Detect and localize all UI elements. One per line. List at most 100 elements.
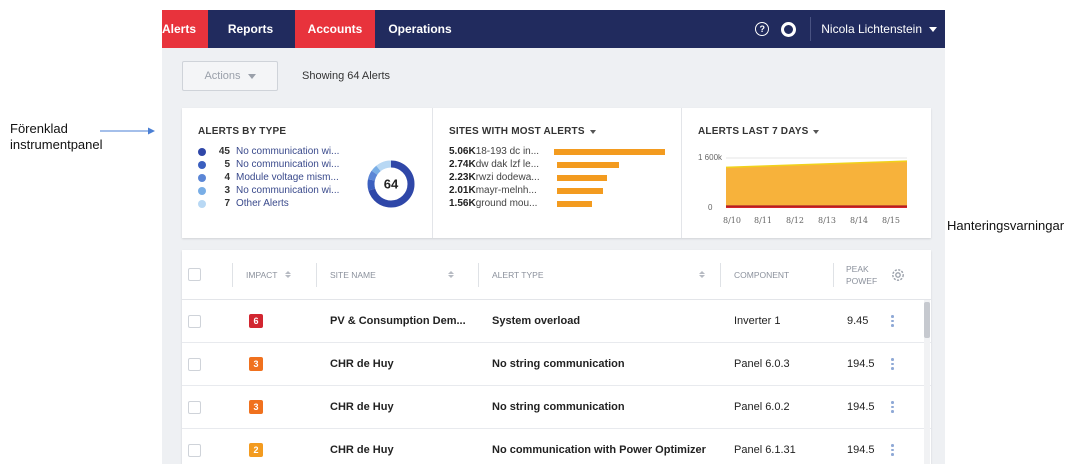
app-window: Alerts Reports Accounts Operations ? Nic… xyxy=(162,10,945,464)
x-tick-label: 8/13 xyxy=(818,216,836,225)
site-name-cell[interactable]: CHR de Huy xyxy=(317,358,479,370)
annotation-alert-management: Hanteringsvarningar xyxy=(947,218,1065,233)
actions-dropdown-button[interactable]: Actions xyxy=(182,61,278,91)
annotation-arrow-left xyxy=(100,127,155,135)
annotation-simplified-dashboard: Förenklad instrumentpanel xyxy=(10,121,103,152)
support-lifebuoy-icon[interactable] xyxy=(781,21,797,37)
help-icon[interactable]: ? xyxy=(755,22,770,36)
header-site-name[interactable]: SITE NAME xyxy=(317,263,478,287)
type-label: No communication wi... xyxy=(236,185,340,196)
header-label: COMPONENT xyxy=(734,269,790,280)
alerts-donut-chart: 64 xyxy=(367,160,415,208)
site-name: mayr-melnh... xyxy=(475,185,537,196)
x-tick-label: 8/10 xyxy=(723,216,741,225)
row-checkbox[interactable] xyxy=(188,400,201,414)
site-bar xyxy=(556,161,619,168)
site-row[interactable]: 2.01K mayr-melnh... xyxy=(449,184,665,197)
sort-icon xyxy=(285,271,292,278)
alerts-7-days-chart: 1 600k 0 8/10 8/11 8/12 8/13 8/14 8/15 xyxy=(698,153,908,225)
site-value: 1.56K xyxy=(449,198,476,209)
donut-total: 64 xyxy=(384,177,399,192)
table-row[interactable]: 3 CHR de Huy No string communication Pan… xyxy=(182,343,931,386)
table-row[interactable]: 6 PV & Consumption Dem... System overloa… xyxy=(182,300,931,343)
chevron-down-icon xyxy=(813,129,820,134)
site-list: 5.06K 18-193 dc in... 2.74K dw dak lzf le.… xyxy=(449,145,665,210)
legend-dot xyxy=(198,147,206,156)
panel-title[interactable]: ALERTS LAST 7 DAYS xyxy=(698,126,915,137)
alert-type-cell: No string communication xyxy=(492,358,625,370)
tab-accounts[interactable]: Accounts xyxy=(295,10,375,48)
site-name: dw dak lzf le... xyxy=(475,159,540,170)
actions-label: Actions xyxy=(204,70,241,82)
user-menu[interactable]: Nicola Lichtenstein xyxy=(821,22,937,36)
sort-icon xyxy=(447,271,454,278)
x-tick-label: 8/11 xyxy=(754,216,772,225)
tab-reports[interactable]: Reports xyxy=(208,10,293,48)
panel-title[interactable]: SITES WITH MOST ALERTS xyxy=(449,126,665,137)
alerts-table: IMPACT SITE NAME ALERT TYPE COMPONENT PE… xyxy=(182,250,931,464)
peak-power-cell: 194.5 xyxy=(847,358,875,370)
table-row[interactable]: 3 CHR de Huy No string communication Pan… xyxy=(182,386,931,429)
sites-most-alerts-panel: SITES WITH MOST ALERTS 5.06K 18-193 dc in… xyxy=(432,108,681,238)
component-cell: Panel 6.1.31 xyxy=(734,444,796,456)
impact-badge: 2 xyxy=(249,443,263,457)
row-checkbox-cell xyxy=(182,400,233,414)
header-impact[interactable]: IMPACT xyxy=(233,263,316,287)
row-checkbox[interactable] xyxy=(188,314,201,328)
row-checkbox[interactable] xyxy=(188,443,201,457)
site-name-cell[interactable]: CHR de Huy xyxy=(317,401,479,413)
site-name-cell[interactable]: PV & Consumption Dem... xyxy=(317,315,479,327)
header-checkbox-cell xyxy=(182,263,232,287)
header-label: IMPACT xyxy=(246,269,278,280)
site-value: 5.06K xyxy=(449,146,476,157)
header-component[interactable]: COMPONENT xyxy=(721,263,833,287)
alert-type-cell: No string communication xyxy=(492,401,625,413)
top-navigation: Alerts Reports Accounts Operations ? Nic… xyxy=(162,10,945,48)
row-checkbox-cell xyxy=(182,443,233,457)
tab-operations[interactable]: Operations xyxy=(375,10,465,48)
header-alert-type[interactable]: ALERT TYPE xyxy=(479,263,720,287)
row-menu-icon[interactable] xyxy=(891,444,894,456)
gear-icon[interactable] xyxy=(890,267,906,283)
alert-type-item[interactable]: 45 No communication wi... xyxy=(198,145,416,158)
header-peak-power[interactable]: PEAK POWEF xyxy=(834,263,890,287)
scrollbar-thumb[interactable] xyxy=(924,302,930,338)
row-menu-icon[interactable] xyxy=(891,315,894,327)
impact-cell: 3 xyxy=(233,400,317,414)
type-label: No communication wi... xyxy=(236,146,340,157)
chevron-down-icon xyxy=(929,26,937,32)
select-all-checkbox[interactable] xyxy=(188,268,201,281)
alert-type-cell: No communication with Power Optimizer xyxy=(492,444,706,456)
site-row[interactable]: 2.23K rwzi dodewa... xyxy=(449,171,665,184)
row-checkbox[interactable] xyxy=(188,357,201,371)
impact-badge: 3 xyxy=(249,357,263,371)
row-menu-icon[interactable] xyxy=(891,401,894,413)
sort-icon xyxy=(698,271,705,278)
nav-divider xyxy=(810,17,812,41)
site-name-cell[interactable]: CHR de Huy xyxy=(317,444,479,456)
alerts-count-label: Showing 64 Alerts xyxy=(302,70,391,82)
y-tick-label: 1 600k xyxy=(698,153,723,162)
tab-alerts[interactable]: Alerts xyxy=(162,10,208,48)
site-bar xyxy=(556,200,592,207)
table-row[interactable]: 2 CHR de Huy No communication with Power… xyxy=(182,429,931,464)
table-header: IMPACT SITE NAME ALERT TYPE COMPONENT PE… xyxy=(182,250,931,300)
site-row[interactable]: 2.74K dw dak lzf le... xyxy=(449,158,665,171)
site-bar xyxy=(556,187,603,194)
type-label: Other Alerts xyxy=(236,198,289,209)
x-tick-label: 8/12 xyxy=(786,216,804,225)
site-value: 2.01K xyxy=(449,185,476,196)
row-menu-icon[interactable] xyxy=(891,358,894,370)
legend-dot xyxy=(198,199,206,208)
legend-dot xyxy=(198,173,206,182)
legend-dot xyxy=(198,186,206,195)
site-row[interactable]: 5.06K 18-193 dc in... xyxy=(449,145,665,158)
site-row[interactable]: 1.56K ground mou... xyxy=(449,197,665,210)
impact-badge: 6 xyxy=(249,314,263,328)
site-name: rwzi dodewa... xyxy=(475,172,540,183)
toolbar: Actions Showing 64 Alerts xyxy=(162,48,945,104)
component-cell: Panel 6.0.2 xyxy=(734,401,790,413)
site-value: 2.23K xyxy=(449,172,476,183)
site-bar xyxy=(556,174,607,181)
row-checkbox-cell xyxy=(182,314,233,328)
